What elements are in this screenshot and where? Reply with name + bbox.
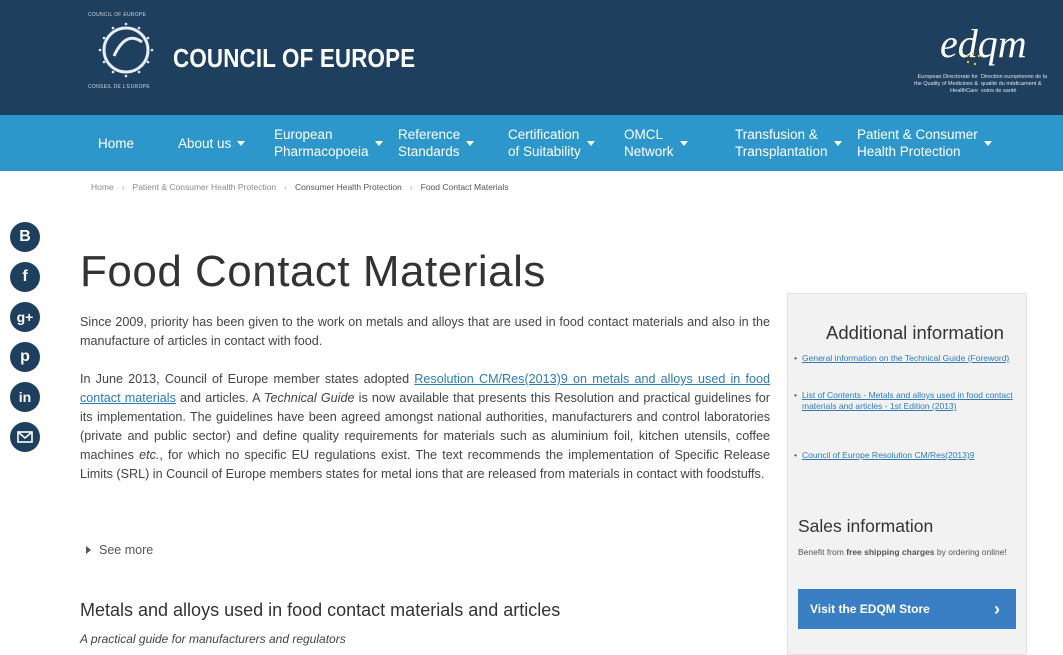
email-icon[interactable]	[10, 422, 40, 452]
logo-bottom-text: CONSEIL DE L'EUROPE	[88, 84, 151, 90]
chevron-down-icon	[983, 140, 992, 146]
nav-home-label: Home	[98, 135, 135, 151]
facebook-icon[interactable]: f	[10, 262, 40, 292]
nav-reference-standards-label: Reference Standards	[398, 127, 461, 159]
nav-about-us[interactable]: About us	[178, 115, 246, 171]
section-heading: Metals and alloys used in food contact m…	[80, 600, 561, 620]
blogger-icon[interactable]: B	[10, 222, 40, 252]
sales-info-title: Sales information	[798, 516, 934, 536]
sales-description: Benefit from free shipping charges by or…	[798, 547, 1018, 558]
intro-paragraph: Since 2009, priority has been given to t…	[80, 315, 770, 348]
edqm-tagline-fr: Direction européenne de la qualité du mé…	[981, 74, 1048, 94]
nav-reference-standards[interactable]: Reference Standards	[398, 115, 475, 171]
chevron-down-icon	[586, 140, 595, 146]
breadcrumb-home[interactable]: Home	[91, 182, 114, 192]
chevron-right-icon: ›	[994, 599, 1000, 619]
nav-transfusion-label: Transfusion & Transplantation	[735, 127, 828, 159]
triangle-right-icon	[86, 546, 91, 554]
edqm-logo[interactable]: edqm	[940, 20, 1027, 67]
nav-transfusion-transplantation[interactable]: Transfusion & Transplantation	[735, 115, 842, 171]
nav-patient-consumer-label: Patient & Consumer Health Protection	[857, 127, 978, 159]
sidebar-link-list-of-contents[interactable]: List of Contents - Metals and alloys use…	[794, 390, 1020, 412]
breadcrumb-separator-icon: ›	[409, 182, 413, 192]
para2-text-1: In June 2013, Council of Europe member s…	[80, 372, 415, 386]
breadcrumb-separator-icon: ›	[121, 182, 125, 192]
sidebar: Additional information General informati…	[787, 293, 1027, 655]
edqm-tagline-en: European Directorate for the Quality of …	[914, 74, 978, 94]
site-header: COUNCIL OF EUROPE CONSEIL DE L'EUROPE CO…	[0, 0, 1063, 115]
nav-certification-of-suitability[interactable]: Certification of Suitability	[508, 115, 595, 171]
pinterest-icon[interactable]: p	[10, 342, 40, 372]
breadcrumb-separator-icon: ›	[284, 182, 288, 192]
para2-text-4: , for which no specific EU regulations e…	[80, 448, 770, 481]
visit-store-button[interactable]: Visit the EDQM Store ›	[798, 589, 1016, 629]
visit-store-label: Visit the EDQM Store	[810, 602, 930, 616]
sales-desc-text-2: by ordering online!	[934, 547, 1007, 557]
technical-guide-term: Technical Guide	[263, 391, 355, 405]
sales-desc-text-1: Benefit from	[798, 547, 847, 557]
nav-certification-label: Certification of Suitability	[508, 127, 581, 159]
chevron-down-icon	[466, 140, 475, 146]
organization-name[interactable]: COUNCIL OF EUROPE	[173, 43, 415, 74]
chevron-down-icon	[237, 140, 246, 146]
main-navigation: Home About us European Pharmacopoeia Ref…	[0, 115, 1063, 171]
breadcrumb-consumer-health[interactable]: Consumer Health Protection	[295, 182, 402, 192]
nav-omcl-network[interactable]: OMCL Network	[624, 115, 688, 171]
page-title: Food Contact Materials	[80, 247, 546, 297]
sidebar-link-general-info[interactable]: General information on the Technical Gui…	[794, 353, 1020, 364]
nav-european-pharmacopoeia[interactable]: European Pharmacopoeia	[274, 115, 383, 171]
chevron-down-icon	[833, 140, 842, 146]
linkedin-icon[interactable]: in	[10, 382, 40, 412]
see-more-label: See more	[99, 543, 154, 557]
nav-european-pharmacopoeia-label: European Pharmacopoeia	[274, 127, 369, 159]
chevron-down-icon	[374, 140, 383, 146]
logo-top-text: COUNCIL OF EUROPE	[88, 12, 147, 18]
nav-home[interactable]: Home	[98, 115, 134, 171]
resolution-paragraph: In June 2013, Council of Europe member s…	[80, 370, 770, 484]
sales-desc-bold: free shipping charges	[846, 547, 935, 557]
nav-omcl-network-label: OMCL Network	[624, 127, 674, 159]
sidebar-link-resolution[interactable]: Council of Europe Resolution CM/Res(2013…	[794, 450, 1020, 461]
breadcrumb-patient-consumer[interactable]: Patient & Consumer Health Protection	[133, 182, 277, 192]
council-of-europe-logo[interactable]	[86, 10, 166, 90]
edqm-stars-icon	[965, 52, 981, 66]
nav-patient-consumer-health[interactable]: Patient & Consumer Health Protection	[857, 115, 992, 171]
additional-info-title: Additional information	[826, 322, 1004, 343]
breadcrumb: Home › Patient & Consumer Health Protectio…	[91, 182, 509, 192]
etc-term: etc.	[139, 448, 160, 462]
see-more-toggle[interactable]: See more	[86, 543, 153, 557]
para2-text-2: and articles. A	[175, 391, 264, 405]
breadcrumb-current: Food Contact Materials	[420, 182, 509, 192]
nav-about-us-label: About us	[178, 135, 232, 151]
google-plus-icon[interactable]: g+	[10, 302, 40, 332]
chevron-down-icon	[679, 140, 688, 146]
